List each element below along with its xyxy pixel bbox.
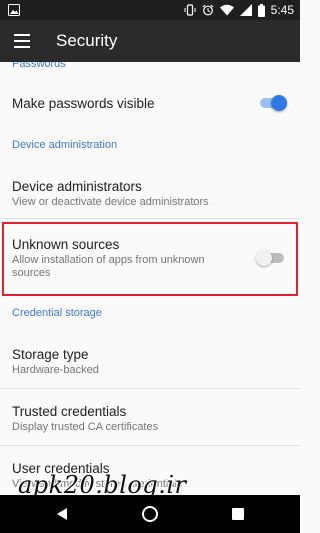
signal-icon bbox=[239, 4, 252, 16]
setting-title: Trusted credentials bbox=[12, 404, 127, 419]
setting-title: Device administrators bbox=[12, 179, 142, 194]
status-bar: 5:45 bbox=[0, 0, 300, 20]
settings-list[interactable]: Passwords Make passwords visible Device … bbox=[0, 62, 300, 495]
setting-subtitle: Display trusted CA certificates bbox=[12, 421, 159, 433]
battery-icon bbox=[257, 3, 265, 17]
alarm-icon bbox=[202, 4, 214, 16]
status-time: 5:45 bbox=[270, 3, 294, 17]
recents-icon[interactable] bbox=[228, 504, 248, 524]
divider bbox=[0, 388, 300, 389]
back-icon[interactable] bbox=[52, 504, 72, 524]
highlight-box bbox=[2, 222, 298, 296]
make-passwords-visible-toggle[interactable] bbox=[258, 94, 288, 112]
app-bar: Security bbox=[0, 20, 300, 62]
vibrate-icon bbox=[184, 4, 196, 16]
section-header-credential-storage: Credential storage bbox=[12, 307, 102, 319]
divider bbox=[0, 218, 300, 219]
wifi-icon bbox=[219, 4, 234, 16]
status-icons: 5:45 bbox=[184, 2, 294, 18]
section-header-passwords: Passwords bbox=[12, 62, 66, 70]
section-header-device-administration: Device administration bbox=[12, 139, 118, 151]
setting-title: Make passwords visible bbox=[12, 96, 155, 111]
gallery-icon bbox=[8, 4, 20, 16]
setting-title: Storage type bbox=[12, 347, 89, 362]
home-icon[interactable] bbox=[140, 504, 160, 524]
setting-subtitle: Hardware-backed bbox=[12, 364, 99, 376]
divider bbox=[0, 445, 300, 446]
setting-subtitle: View or deactivate device administrators bbox=[12, 196, 209, 208]
hamburger-menu-icon[interactable] bbox=[10, 29, 34, 53]
navigation-bar bbox=[0, 495, 300, 533]
page-title: Security bbox=[56, 31, 118, 50]
